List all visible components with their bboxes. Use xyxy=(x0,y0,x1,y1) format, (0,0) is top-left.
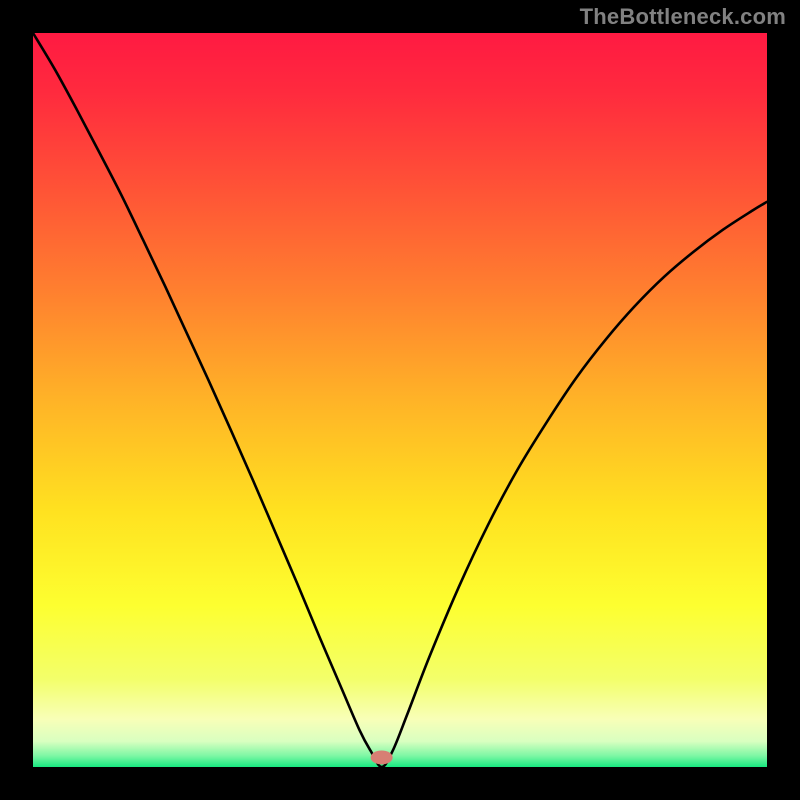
plot-background xyxy=(33,33,767,767)
bottleneck-chart xyxy=(0,0,800,800)
optimum-marker xyxy=(371,750,393,764)
chart-frame: { "watermark": "TheBottleneck.com", "plo… xyxy=(0,0,800,800)
